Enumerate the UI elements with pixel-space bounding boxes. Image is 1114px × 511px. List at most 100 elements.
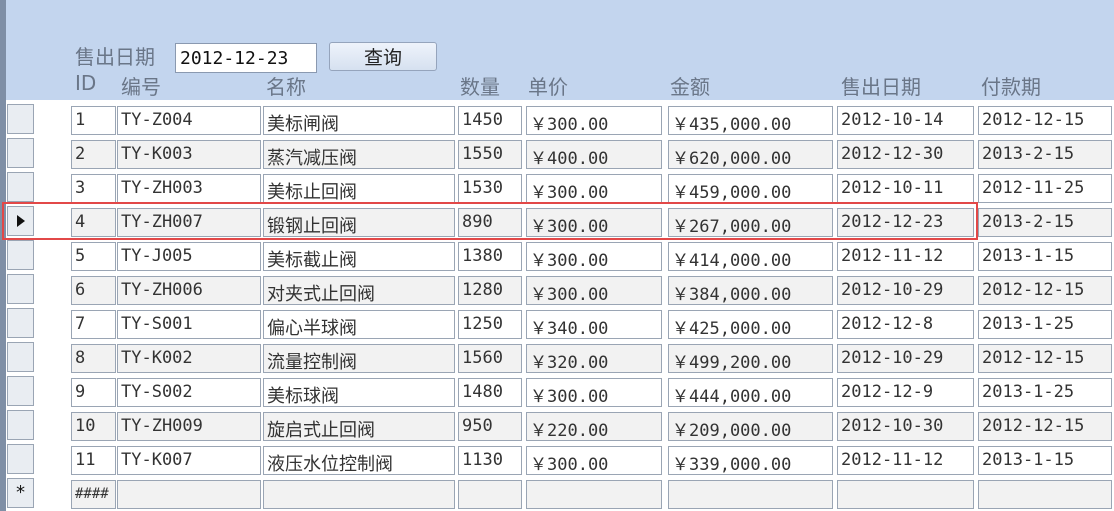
code-cell[interactable]: TY-ZH003 bbox=[117, 174, 261, 203]
record-selector[interactable] bbox=[7, 444, 34, 474]
payment-date-cell[interactable]: 2013-1-25 bbox=[978, 378, 1112, 407]
sale-date-cell[interactable]: 2012-11-12 bbox=[837, 242, 974, 271]
amount-cell[interactable]: ￥384,000.00 bbox=[668, 276, 833, 305]
name-cell[interactable]: 旋启式止回阀 bbox=[263, 412, 455, 441]
amount-cell[interactable]: ￥444,000.00 bbox=[668, 378, 833, 407]
payment-date-cell[interactable]: 2012-12-15 bbox=[978, 412, 1112, 441]
record-selector[interactable] bbox=[7, 274, 34, 304]
record-selector[interactable] bbox=[7, 308, 34, 338]
record-selector[interactable] bbox=[7, 138, 34, 168]
unit-price-cell[interactable]: ￥300.00 bbox=[526, 276, 662, 305]
unit-price-cell[interactable]: ￥300.00 bbox=[526, 378, 662, 407]
new-record-selector[interactable]: * bbox=[7, 478, 34, 508]
name-cell[interactable]: 对夹式止回阀 bbox=[263, 276, 455, 305]
code-cell[interactable]: TY-ZH006 bbox=[117, 276, 261, 305]
id-cell[interactable]: 2 bbox=[71, 140, 116, 169]
record-selector[interactable] bbox=[7, 240, 34, 270]
amount-cell[interactable]: ￥499,200.00 bbox=[668, 344, 833, 373]
name-cell[interactable]: 液压水位控制阀 bbox=[263, 446, 455, 475]
sale-date-cell[interactable]: 2012-12-8 bbox=[837, 310, 974, 339]
quantity-cell[interactable]: 1280 bbox=[458, 276, 522, 305]
code-cell[interactable]: TY-S002 bbox=[117, 378, 261, 407]
payment-date-cell[interactable]: 2013-1-15 bbox=[978, 446, 1112, 475]
payment-date-cell[interactable]: 2013-2-15 bbox=[978, 208, 1112, 237]
sale-date-cell[interactable]: 2012-12-30 bbox=[837, 140, 974, 169]
id-cell[interactable]: 4 bbox=[71, 208, 116, 237]
unit-price-cell[interactable]: ￥300.00 bbox=[526, 446, 662, 475]
name-cell[interactable]: 美标止回阀 bbox=[263, 174, 455, 203]
new-amount-cell[interactable] bbox=[668, 480, 833, 509]
unit-price-cell[interactable]: ￥300.00 bbox=[526, 174, 662, 203]
id-cell[interactable]: 6 bbox=[71, 276, 116, 305]
payment-date-cell[interactable]: 2013-1-25 bbox=[978, 310, 1112, 339]
new-name-cell[interactable] bbox=[263, 480, 455, 509]
new-payment-date-cell[interactable] bbox=[978, 480, 1112, 509]
quantity-cell[interactable]: 1530 bbox=[458, 174, 522, 203]
name-cell[interactable]: 美标截止阀 bbox=[263, 242, 455, 271]
code-cell[interactable]: TY-K002 bbox=[117, 344, 261, 373]
record-selector[interactable] bbox=[7, 376, 34, 406]
id-cell[interactable]: 10 bbox=[71, 412, 116, 441]
unit-price-cell[interactable]: ￥340.00 bbox=[526, 310, 662, 339]
sale-date-cell[interactable]: 2012-12-9 bbox=[837, 378, 974, 407]
unit-price-cell[interactable]: ￥300.00 bbox=[526, 208, 662, 237]
quantity-cell[interactable]: 1380 bbox=[458, 242, 522, 271]
amount-cell[interactable]: ￥459,000.00 bbox=[668, 174, 833, 203]
sale-date-filter-input[interactable] bbox=[175, 43, 317, 73]
sale-date-cell[interactable]: 2012-10-14 bbox=[837, 106, 974, 135]
code-cell[interactable]: TY-J005 bbox=[117, 242, 261, 271]
new-id-cell[interactable]: #### bbox=[71, 480, 116, 509]
query-button[interactable]: 查询 bbox=[329, 42, 437, 71]
new-sale-date-cell[interactable] bbox=[837, 480, 974, 509]
payment-date-cell[interactable]: 2013-2-15 bbox=[978, 140, 1112, 169]
quantity-cell[interactable]: 890 bbox=[458, 208, 522, 237]
sale-date-cell[interactable]: 2012-11-12 bbox=[837, 446, 974, 475]
id-cell[interactable]: 8 bbox=[71, 344, 116, 373]
payment-date-cell[interactable]: 2013-1-15 bbox=[978, 242, 1112, 271]
new-code-cell[interactable] bbox=[117, 480, 261, 509]
amount-cell[interactable]: ￥209,000.00 bbox=[668, 412, 833, 441]
name-cell[interactable]: 美标球阀 bbox=[263, 378, 455, 407]
quantity-cell[interactable]: 1480 bbox=[458, 378, 522, 407]
code-cell[interactable]: TY-K003 bbox=[117, 140, 261, 169]
new-unit-price-cell[interactable] bbox=[526, 480, 662, 509]
quantity-cell[interactable]: 1450 bbox=[458, 106, 522, 135]
record-selector[interactable] bbox=[7, 410, 34, 440]
payment-date-cell[interactable]: 2012-12-15 bbox=[978, 344, 1112, 373]
payment-date-cell[interactable]: 2012-11-25 bbox=[978, 174, 1112, 203]
payment-date-cell[interactable]: 2012-12-15 bbox=[978, 276, 1112, 305]
name-cell[interactable]: 流量控制阀 bbox=[263, 344, 455, 373]
code-cell[interactable]: TY-ZH009 bbox=[117, 412, 261, 441]
new-quantity-cell[interactable] bbox=[458, 480, 522, 509]
id-cell[interactable]: 11 bbox=[71, 446, 116, 475]
sale-date-cell[interactable]: 2012-10-29 bbox=[837, 344, 974, 373]
name-cell[interactable]: 蒸汽减压阀 bbox=[263, 140, 455, 169]
id-cell[interactable]: 9 bbox=[71, 378, 116, 407]
amount-cell[interactable]: ￥425,000.00 bbox=[668, 310, 833, 339]
quantity-cell[interactable]: 1550 bbox=[458, 140, 522, 169]
amount-cell[interactable]: ￥414,000.00 bbox=[668, 242, 833, 271]
record-selector[interactable] bbox=[7, 104, 34, 134]
id-cell[interactable]: 3 bbox=[71, 174, 116, 203]
sale-date-cell[interactable]: 2012-10-11 bbox=[837, 174, 974, 203]
amount-cell[interactable]: ￥267,000.00 bbox=[668, 208, 833, 237]
id-cell[interactable]: 5 bbox=[71, 242, 116, 271]
payment-date-cell[interactable]: 2012-12-15 bbox=[978, 106, 1112, 135]
sale-date-cell[interactable]: 2012-10-29 bbox=[837, 276, 974, 305]
unit-price-cell[interactable]: ￥300.00 bbox=[526, 106, 662, 135]
name-cell[interactable]: 锻钢止回阀 bbox=[263, 208, 455, 237]
unit-price-cell[interactable]: ￥320.00 bbox=[526, 344, 662, 373]
id-cell[interactable]: 1 bbox=[71, 106, 116, 135]
unit-price-cell[interactable]: ￥400.00 bbox=[526, 140, 662, 169]
name-cell[interactable]: 美标闸阀 bbox=[263, 106, 455, 135]
record-selector[interactable] bbox=[7, 172, 34, 202]
quantity-cell[interactable]: 1130 bbox=[458, 446, 522, 475]
code-cell[interactable]: TY-ZH007 bbox=[117, 208, 261, 237]
code-cell[interactable]: TY-S001 bbox=[117, 310, 261, 339]
unit-price-cell[interactable]: ￥300.00 bbox=[526, 242, 662, 271]
amount-cell[interactable]: ￥435,000.00 bbox=[668, 106, 833, 135]
code-cell[interactable]: TY-Z004 bbox=[117, 106, 261, 135]
current-record-selector[interactable] bbox=[7, 206, 34, 236]
id-cell[interactable]: 7 bbox=[71, 310, 116, 339]
quantity-cell[interactable]: 950 bbox=[458, 412, 522, 441]
